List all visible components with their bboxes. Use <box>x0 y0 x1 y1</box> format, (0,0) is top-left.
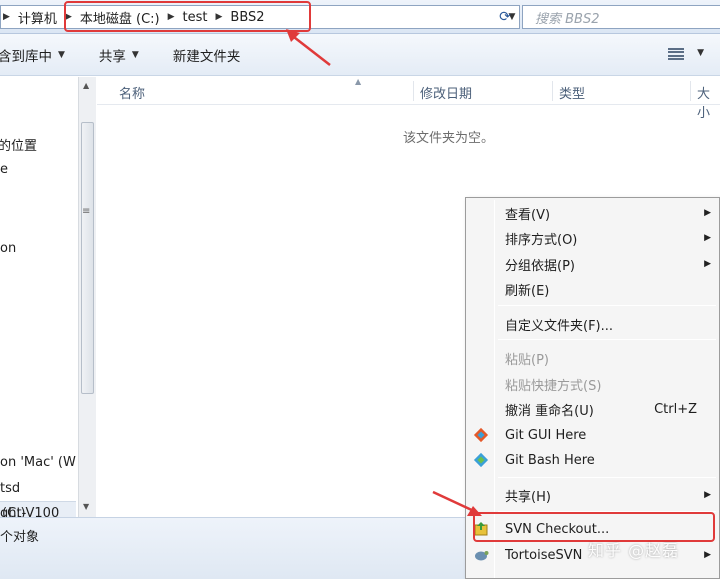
menu-item-label: 粘贴(P) <box>505 352 549 368</box>
menu-item-git-bash[interactable]: Git Bash Here <box>466 448 719 472</box>
tortoisesvn-icon <box>475 551 489 561</box>
command-bar: 含到库中 ▼ 共享 ▼ 新建文件夹 ▼ <box>0 34 720 76</box>
chevron-down-icon: ▼ <box>58 49 65 60</box>
git-bash-icon <box>473 452 489 468</box>
menu-item-label: Git Bash Here <box>505 452 595 468</box>
breadcrumb-separator-icon: ▶ <box>64 12 72 22</box>
chevron-down-icon: ▼ <box>131 49 139 60</box>
breadcrumb-test[interactable]: test <box>177 6 214 28</box>
column-date-modified[interactable]: 修改日期 <box>420 83 472 102</box>
breadcrumb-bbs2[interactable]: BBS2 <box>224 6 270 28</box>
nav-item[interactable]: ght-V100 <box>0 506 59 517</box>
menu-item-group-by[interactable]: 分组依据(P) ▶ <box>466 252 719 276</box>
navigation-scrollbar[interactable]: ▲ ≡ ▼ <box>78 77 96 517</box>
breadcrumb[interactable]: ▶ 计算机 ▶ 本地磁盘 (C:) ▶ test ▶ BBS2 ▼ <box>0 5 520 29</box>
address-bar: ▶ 计算机 ▶ 本地磁盘 (C:) ▶ test ▶ BBS2 ▼ ⟳ 搜索 B… <box>0 0 720 34</box>
search-input[interactable]: 搜索 BBS2 <box>522 5 720 29</box>
column-name[interactable]: 名称 <box>119 83 145 102</box>
menu-item-label: 查看(V) <box>505 207 551 223</box>
submenu-arrow-icon: ▶ <box>704 208 711 218</box>
menu-item-label: 撤消 重命名(U) <box>505 403 594 419</box>
breadcrumb-local-disk[interactable]: 本地磁盘 (C:) <box>74 6 166 28</box>
scroll-up-icon[interactable]: ▲ <box>83 81 89 90</box>
breadcrumb-computer[interactable]: 计算机 <box>12 6 63 28</box>
new-folder-button[interactable]: 新建文件夹 <box>173 34 241 75</box>
context-menu: 查看(V) ▶ 排序方式(O) ▶ 分组依据(P) ▶ 刷新(E) 自定义文件夹… <box>465 197 720 579</box>
share-label: 共享 <box>98 48 126 65</box>
menu-item-label: Git GUI Here <box>505 427 587 443</box>
refresh-icon[interactable]: ⟳ <box>494 5 516 29</box>
nav-item[interactable]: 的位置 <box>0 135 37 154</box>
column-divider[interactable] <box>690 81 691 101</box>
view-options-icon[interactable] <box>668 48 684 60</box>
menu-item-customize-folder[interactable]: 自定义文件夹(F)... <box>466 312 719 336</box>
share-button[interactable]: 共享 ▼ <box>99 34 139 75</box>
menu-separator <box>498 477 716 478</box>
menu-item-git-gui[interactable]: Git GUI Here <box>466 423 719 447</box>
scroll-down-icon[interactable]: ▼ <box>83 502 89 511</box>
menu-separator <box>498 511 716 512</box>
include-in-library-button[interactable]: 含到库中 ▼ <box>0 34 65 75</box>
navigation-pane-lower: on 'Mac' (W tsd ght-V100 <box>0 449 78 517</box>
nav-item[interactable]: on <box>0 241 16 256</box>
chevron-down-icon[interactable]: ▼ <box>697 48 704 58</box>
submenu-arrow-icon: ▶ <box>704 233 711 243</box>
breadcrumb-separator-icon: ▶ <box>215 12 223 22</box>
menu-item-share[interactable]: 共享(H) ▶ <box>466 483 719 507</box>
menu-item-undo-rename[interactable]: 撤消 重命名(U) Ctrl+Z <box>466 397 719 421</box>
nav-item[interactable]: on 'Mac' (W <box>0 455 76 470</box>
menu-separator <box>498 339 716 340</box>
menu-item-label: 排序方式(O) <box>505 232 578 248</box>
menu-item-label: TortoiseSVN <box>505 547 583 563</box>
empty-folder-message: 该文件夹为空。 <box>403 131 495 146</box>
column-type[interactable]: 类型 <box>559 83 585 102</box>
menu-item-label: 共享(H) <box>505 489 551 505</box>
column-divider[interactable] <box>552 81 553 101</box>
nav-item[interactable]: e <box>0 162 8 177</box>
watermark: 知乎 @赵磊 <box>588 541 680 560</box>
menu-item-sort-by[interactable]: 排序方式(O) ▶ <box>466 226 719 250</box>
menu-item-label: 刷新(E) <box>505 283 550 299</box>
menu-item-view[interactable]: 查看(V) ▶ <box>466 201 719 225</box>
breadcrumb-separator-icon: ▶ <box>167 12 175 22</box>
menu-item-label: 分组依据(P) <box>505 258 575 274</box>
column-divider[interactable] <box>413 81 414 101</box>
submenu-arrow-icon: ▶ <box>704 550 711 560</box>
breadcrumb-separator-icon: ▶ <box>3 12 10 22</box>
column-size[interactable]: 大小 <box>697 83 720 121</box>
status-text: 个对象 <box>0 530 40 545</box>
sort-arrow-icon: ▲ <box>355 77 362 86</box>
new-folder-label: 新建文件夹 <box>172 48 241 65</box>
column-header: ▲ 名称 修改日期 类型 大小 <box>97 77 720 121</box>
nav-item[interactable]: tsd <box>0 481 20 496</box>
submenu-arrow-icon: ▶ <box>704 490 711 500</box>
grip-icon: ≡ <box>82 206 91 217</box>
menu-item-label: 粘贴快捷方式(S) <box>505 378 602 394</box>
search-placeholder: 搜索 BBS2 <box>535 11 600 27</box>
menu-item-refresh[interactable]: 刷新(E) <box>466 277 719 301</box>
submenu-arrow-icon: ▶ <box>704 259 711 269</box>
git-gui-icon <box>473 427 489 443</box>
menu-item-label: 自定义文件夹(F)... <box>505 318 614 334</box>
menu-item-shortcut: Ctrl+Z <box>654 401 697 417</box>
menu-item-paste-shortcut[interactable]: 粘贴快捷方式(S) <box>466 372 719 396</box>
include-in-library-label: 含到库中 <box>0 48 52 65</box>
menu-separator <box>498 305 716 306</box>
svn-checkout-icon <box>474 522 488 536</box>
menu-item-paste[interactable]: 粘贴(P) <box>466 346 719 370</box>
scrollbar-thumb[interactable] <box>81 122 94 394</box>
menu-item-label: SVN Checkout... <box>505 521 610 537</box>
